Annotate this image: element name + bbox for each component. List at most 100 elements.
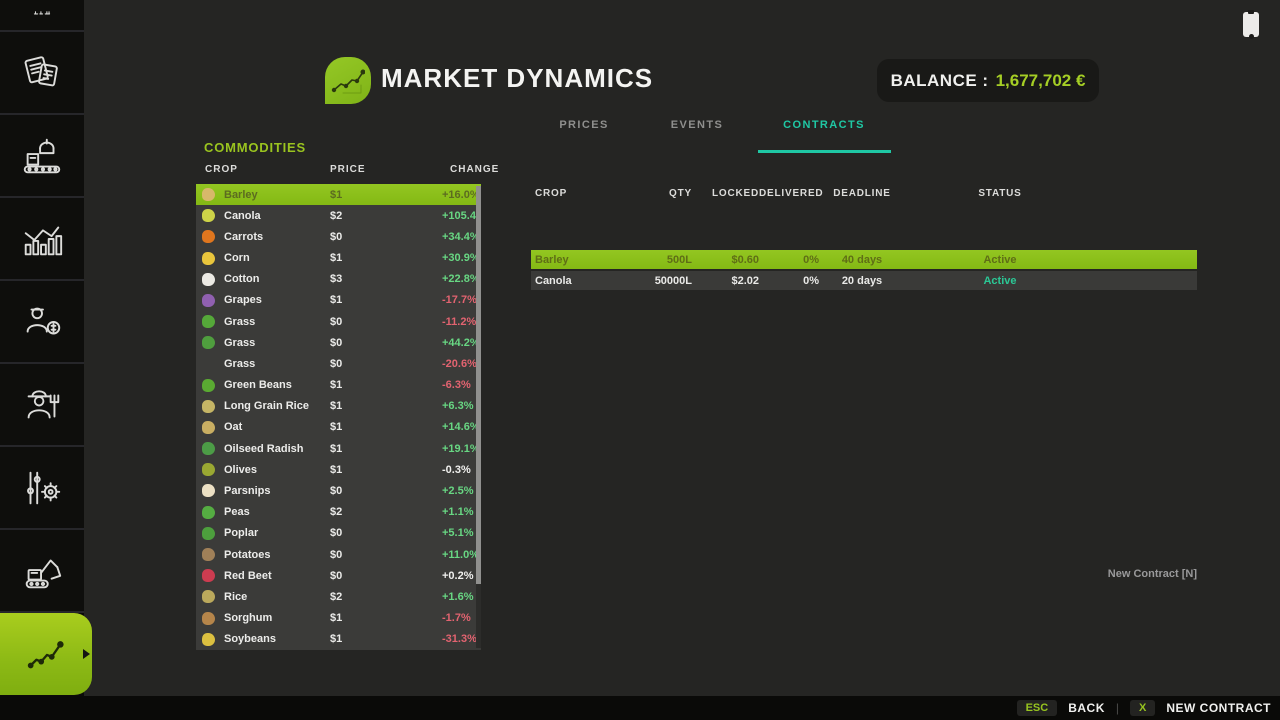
sidebar-item-production[interactable] <box>0 115 84 198</box>
commodity-row[interactable]: Grapes $1 -17.7% <box>196 290 481 311</box>
crop-icon <box>202 379 215 392</box>
contract-qty: 50000L <box>646 275 692 287</box>
crop-name: Poplar <box>224 527 330 539</box>
contracts-column-headers: CROPQTYLOCKEDDELIVEREDDEADLINESTATUS <box>531 188 1197 199</box>
contract-row[interactable]: Canola 50000L $2.02 0% 20 days Active <box>531 271 1197 290</box>
contract-crop: Canola <box>531 275 646 287</box>
commodities-column-header: CROP <box>205 164 330 175</box>
page-title: MARKET DYNAMICS <box>381 63 653 94</box>
contract-crop: Barley <box>531 254 646 266</box>
sidebar-item-settings[interactable] <box>0 447 84 530</box>
tab[interactable]: PRICES <box>559 119 608 131</box>
commodity-row[interactable]: Poplar $0 +5.1% <box>196 523 481 544</box>
crop-name: Parsnips <box>224 485 330 497</box>
tab[interactable]: EVENTS <box>671 119 723 131</box>
contract-deadline: 40 days <box>819 254 905 266</box>
tab[interactable]: CONTRACTS <box>783 119 865 131</box>
commodity-row[interactable]: Potatoes $0 +11.0% <box>196 544 481 565</box>
crop-change: +16.0% <box>442 189 480 201</box>
commodity-row[interactable]: Soybeans $1 -31.3% <box>196 629 481 650</box>
commodity-row[interactable]: Canola $2 +105.4% <box>196 205 481 226</box>
crop-change: +30.9% <box>442 252 480 264</box>
commodity-row[interactable]: Oat $1 +14.6% <box>196 417 481 438</box>
crop-name: Grass <box>224 358 330 370</box>
crop-price: $3 <box>330 273 442 285</box>
crop-price: $1 <box>330 443 442 455</box>
balance-label: BALANCE : <box>891 71 989 91</box>
crop-name: Olives <box>224 464 330 476</box>
x-key-badge[interactable]: X <box>1130 700 1155 716</box>
commodity-row[interactable]: Carrots $0 +34.4% <box>196 226 481 247</box>
crop-name: Rice <box>224 591 330 603</box>
crop-icon <box>202 633 215 646</box>
commodity-row[interactable]: Long Grain Rice $1 +6.3% <box>196 396 481 417</box>
contract-row[interactable]: Barley 500L $0.60 0% 40 days Active <box>531 250 1197 269</box>
sidebar-item-market-dynamics[interactable] <box>0 613 92 695</box>
crop-name: Corn <box>224 252 330 264</box>
sidebar-item-statistics[interactable] <box>0 198 84 281</box>
crop-price: $0 <box>330 485 442 497</box>
crop-name: Carrots <box>224 231 330 243</box>
footer-keybar: ESC BACK | X NEW CONTRACT <box>0 696 1280 720</box>
crop-name: Grass <box>224 337 330 349</box>
commodity-row[interactable]: Oilseed Radish $1 +19.1% <box>196 438 481 459</box>
back-button[interactable]: BACK <box>1068 701 1105 715</box>
crop-icon <box>202 506 215 519</box>
crop-price: $1 <box>330 421 442 433</box>
crop-icon <box>202 230 215 243</box>
crop-change: +0.2% <box>442 570 474 582</box>
crop-name: Peas <box>224 506 330 518</box>
balance-pill: BALANCE : 1,677,702 € <box>877 59 1099 102</box>
new-contract-hint[interactable]: New Contract [N] <box>531 568 1197 580</box>
commodity-row[interactable]: Olives $1 -0.3% <box>196 459 481 480</box>
commodity-row[interactable]: Grass $0 -20.6% <box>196 353 481 374</box>
commodity-row[interactable]: Cotton $3 +22.8% <box>196 269 481 290</box>
crop-name: Grass <box>224 316 330 328</box>
commodity-row[interactable]: Green Beans $1 -6.3% <box>196 375 481 396</box>
esc-key-badge[interactable]: ESC <box>1017 700 1058 716</box>
crop-price: $1 <box>330 252 442 264</box>
crop-icon <box>202 442 215 455</box>
crop-price: $1 <box>330 612 442 624</box>
commodity-row[interactable]: Grass $0 -11.2% <box>196 311 481 332</box>
commodity-row[interactable]: Barley $1 +16.0% <box>196 184 481 205</box>
commodity-row[interactable]: Peas $2 +1.1% <box>196 502 481 523</box>
crop-price: $1 <box>330 400 442 412</box>
commodity-row[interactable]: Red Beet $0 +0.2% <box>196 565 481 586</box>
crop-change: -1.7% <box>442 612 471 624</box>
contract-delivered: 0% <box>759 254 819 266</box>
crop-change: +6.3% <box>442 400 474 412</box>
crop-change: +11.0% <box>442 549 479 561</box>
crop-icon <box>202 336 215 349</box>
crop-icon <box>202 209 215 222</box>
crop-icon <box>202 315 215 328</box>
sidebar-item-clipped[interactable] <box>0 0 84 32</box>
commodity-row[interactable]: Corn $1 +30.9% <box>196 248 481 269</box>
battery-icon <box>1243 12 1259 37</box>
sidebar-item-construction[interactable] <box>0 530 84 613</box>
contract-delivered: 0% <box>759 275 819 287</box>
commodity-row[interactable]: Sorghum $1 -1.7% <box>196 607 481 628</box>
sidebar-item-papers[interactable] <box>0 32 84 115</box>
settings-sliders-gear-icon <box>19 465 65 511</box>
commodity-row[interactable]: Grass $0 +44.2% <box>196 332 481 353</box>
crop-icon <box>202 463 215 476</box>
crop-price: $1 <box>330 633 442 645</box>
crop-name: Barley <box>224 189 330 201</box>
crop-name: Oat <box>224 421 330 433</box>
crop-price: $0 <box>330 337 442 349</box>
crop-name: Sorghum <box>224 612 330 624</box>
contracts-column-header: CROP <box>531 188 646 199</box>
crop-price: $1 <box>330 294 442 306</box>
contract-status: Active <box>905 275 1095 287</box>
commodity-row[interactable]: Parsnips $0 +2.5% <box>196 480 481 501</box>
crop-name: Grapes <box>224 294 330 306</box>
sidebar-item-sales[interactable] <box>0 281 84 364</box>
sidebar-item-farm-management[interactable] <box>0 364 84 447</box>
commodities-scrollbar-thumb[interactable] <box>476 186 481 584</box>
new-contract-button[interactable]: NEW CONTRACT <box>1166 701 1271 715</box>
crop-change: -6.3% <box>442 379 471 391</box>
crop-icon <box>202 612 215 625</box>
commodity-row[interactable]: Rice $2 +1.6% <box>196 586 481 607</box>
crop-change: +44.2% <box>442 337 480 349</box>
